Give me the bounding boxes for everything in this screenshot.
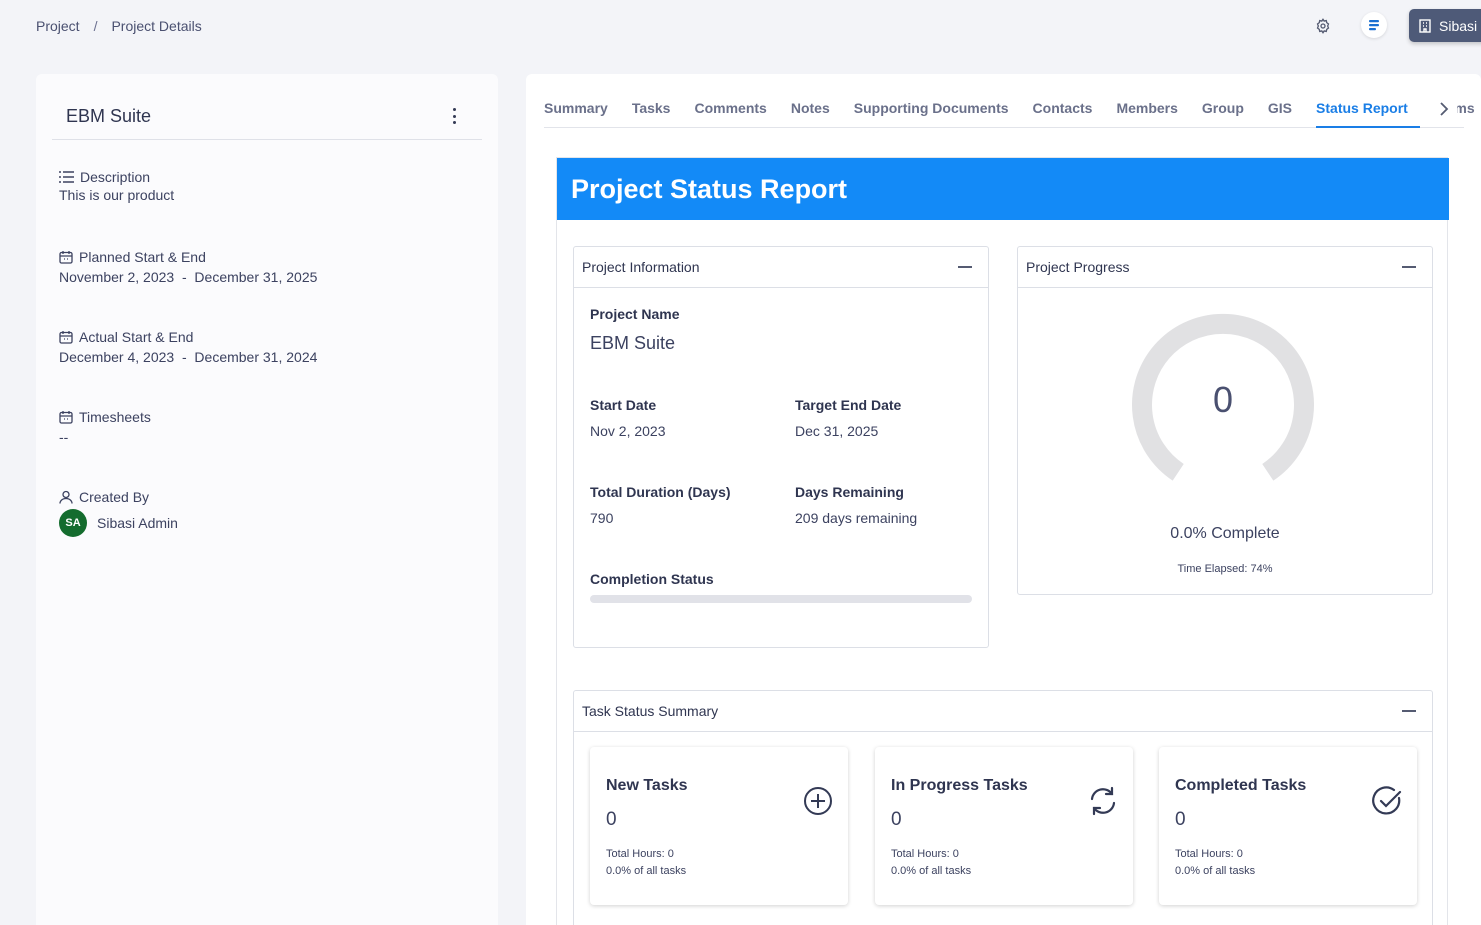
project-name-value: EBM Suite <box>590 333 676 353</box>
app-menu-icon[interactable] <box>1361 12 1387 38</box>
project-name-label: Project Name <box>590 306 680 322</box>
breadcrumb-current: Project Details <box>111 18 202 34</box>
organization-switcher[interactable]: Sibasi L <box>1409 9 1481 42</box>
new-tasks-percent: 0.0% of all tasks <box>606 865 687 877</box>
tab-tasks[interactable]: Tasks <box>632 92 683 128</box>
planned-label: Planned Start & End <box>79 249 206 265</box>
in-progress-tasks-count: 0 <box>891 809 902 830</box>
created-by-field: Created By SA Sibasi Admin <box>59 489 178 537</box>
calendar-icon <box>59 251 73 264</box>
completed-tasks-count: 0 <box>1175 809 1186 830</box>
timesheets-label: Timesheets <box>79 409 151 425</box>
tab-group[interactable]: Group <box>1202 92 1256 128</box>
in-progress-tasks-title: In Progress Tasks <box>891 777 1028 794</box>
actual-end: December 31, 2024 <box>194 349 318 365</box>
start-date-value: Nov 2, 2023 <box>590 423 666 439</box>
created-by-label: Created By <box>79 489 150 505</box>
target-end-date-value: Dec 31, 2025 <box>795 423 879 439</box>
project-title: EBM Suite <box>66 106 152 126</box>
collapse-icon[interactable] <box>1402 266 1416 268</box>
plus-circle-icon <box>804 787 832 815</box>
actual-label: Actual Start & End <box>79 329 194 345</box>
timesheets-field: Timesheets -- <box>59 409 151 445</box>
tab-contacts[interactable]: Contacts <box>1033 92 1105 128</box>
timesheets-value: -- <box>59 429 69 445</box>
new-tasks-card[interactable]: New Tasks 0 Total Hours: 0 0.0% of all t… <box>590 747 848 905</box>
planned-separator: - <box>181 269 187 285</box>
building-icon <box>1419 18 1431 33</box>
project-detail-panel: Summary Tasks Comments Notes Supporting … <box>526 74 1481 925</box>
breadcrumb: Project / Project Details <box>36 18 202 34</box>
in-progress-tasks-hours: Total Hours: 0 <box>891 848 959 860</box>
tab-notes[interactable]: Notes <box>791 92 842 128</box>
completed-tasks-hours: Total Hours: 0 <box>1175 848 1243 860</box>
time-elapsed: Time Elapsed: 74% <box>1177 563 1273 575</box>
calendar-icon <box>59 331 73 344</box>
breadcrumb-separator: / <box>93 18 98 34</box>
settings-gear-icon[interactable] <box>1311 14 1335 38</box>
collapse-icon[interactable] <box>1402 710 1416 712</box>
more-options-icon[interactable] <box>446 106 462 126</box>
days-remaining-label: Days Remaining <box>795 484 904 500</box>
completed-tasks-percent: 0.0% of all tasks <box>1175 865 1256 877</box>
new-tasks-title: New Tasks <box>606 777 688 794</box>
tab-supporting-documents[interactable]: Supporting Documents <box>854 92 1021 128</box>
tab-gis[interactable]: GIS <box>1268 92 1304 128</box>
list-icon <box>59 171 74 183</box>
breadcrumb-project[interactable]: Project <box>36 18 80 34</box>
creator-name: Sibasi Admin <box>97 515 178 531</box>
collapse-icon[interactable] <box>958 266 972 268</box>
new-tasks-count: 0 <box>606 809 617 830</box>
tab-status-report[interactable]: Status Report <box>1316 92 1420 128</box>
total-duration-value: 790 <box>590 510 614 526</box>
actual-dates-field: Actual Start & End December 4, 2023 - De… <box>59 329 317 365</box>
in-progress-tasks-percent: 0.0% of all tasks <box>891 865 972 877</box>
tab-comments[interactable]: Comments <box>694 92 778 128</box>
tab-bar: Summary Tasks Comments Notes Supporting … <box>544 92 1475 128</box>
user-icon <box>59 490 73 504</box>
status-report: Project Status Report Project Informatio… <box>556 157 1449 925</box>
planned-end: December 31, 2025 <box>194 269 318 285</box>
completion-status-label: Completion Status <box>590 571 714 587</box>
description-value: This is our product <box>59 187 175 203</box>
task-status-summary-card: Task Status Summary New Tasks 0 Total Ho… <box>573 690 1433 925</box>
actual-separator: - <box>181 349 187 365</box>
total-duration-label: Total Duration (Days) <box>590 484 731 500</box>
completed-tasks-title: Completed Tasks <box>1175 777 1307 794</box>
refresh-icon <box>1090 786 1116 816</box>
completion-progress-bar <box>590 595 972 603</box>
progress-gauge: 0 <box>1128 311 1318 501</box>
project-information-card: Project Information Project Name EBM Sui… <box>573 246 989 648</box>
gauge-value: 0 <box>1212 379 1234 420</box>
project-progress-card: Project Progress 0 0.0% Complete Time El… <box>1017 246 1433 595</box>
calendar-icon <box>59 411 73 424</box>
project-information-header: Project Information <box>582 259 700 275</box>
check-circle-icon <box>1372 786 1402 815</box>
project-progress-header: Project Progress <box>1026 259 1130 275</box>
percent-complete: 0.0% Complete <box>1170 525 1280 542</box>
report-title: Project Status Report <box>557 158 1449 220</box>
tab-members[interactable]: Members <box>1116 92 1189 128</box>
tab-scroll-right-icon[interactable] <box>1431 96 1457 122</box>
avatar: SA <box>59 509 87 537</box>
target-end-date-label: Target End Date <box>795 397 902 413</box>
description-field: Description This is our product <box>59 169 174 203</box>
start-date-label: Start Date <box>590 397 657 413</box>
in-progress-tasks-card[interactable]: In Progress Tasks 0 Total Hours: 0 0.0% … <box>875 747 1133 905</box>
task-status-summary-header: Task Status Summary <box>582 703 719 719</box>
project-card-header: EBM Suite <box>52 94 482 140</box>
top-bar: Project / Project Details Sibasi L <box>0 0 1481 52</box>
organization-name: Sibasi L <box>1439 17 1481 34</box>
planned-start: November 2, 2023 <box>59 269 175 285</box>
actual-start: December 4, 2023 <box>59 349 175 365</box>
days-remaining-value: 209 days remaining <box>795 510 918 526</box>
planned-dates-field: Planned Start & End November 2, 2023 - D… <box>59 249 317 285</box>
new-tasks-hours: Total Hours: 0 <box>606 848 674 860</box>
completed-tasks-card[interactable]: Completed Tasks 0 Total Hours: 0 0.0% of… <box>1159 747 1417 905</box>
project-details-card: EBM Suite Description This is our produc… <box>36 74 498 925</box>
description-label: Description <box>80 169 151 185</box>
tab-summary[interactable]: Summary <box>544 92 620 128</box>
